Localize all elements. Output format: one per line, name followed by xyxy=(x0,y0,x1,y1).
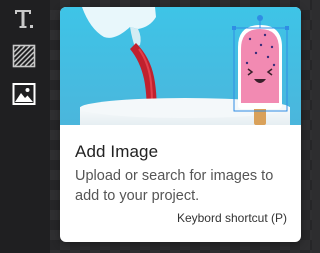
tooltip-title: Add Image xyxy=(75,142,159,161)
image-icon xyxy=(12,83,36,105)
texture-tool-button[interactable] xyxy=(9,41,39,71)
image-tool-button[interactable] xyxy=(9,79,39,109)
add-image-tooltip-card: Add Image Upload or search for images to… xyxy=(60,7,301,242)
left-toolbar xyxy=(0,0,50,253)
hero-illustration xyxy=(60,7,301,125)
text-tool-button[interactable] xyxy=(9,4,39,34)
diagonal-hatch-icon xyxy=(12,44,36,68)
tooltip-description: Upload or search for images to add to yo… xyxy=(75,168,274,204)
text-icon xyxy=(15,10,33,28)
tooltip-shortcut-hint: Keybord shortcut (P) xyxy=(176,211,287,225)
